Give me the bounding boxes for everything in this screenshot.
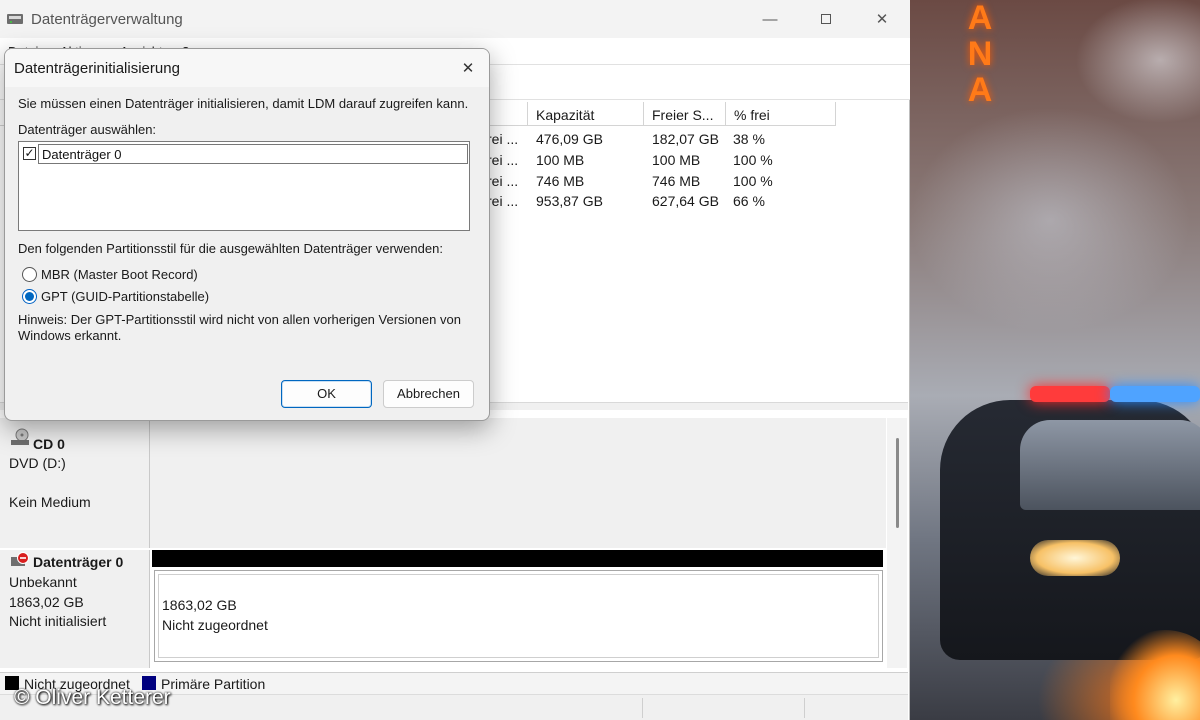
list-item[interactable]: ✓ Datenträger 0 xyxy=(21,144,468,164)
mbr-label[interactable]: MBR (Master Boot Record) xyxy=(41,267,198,282)
partition-label: Nicht zugeordnet xyxy=(162,617,268,633)
ok-button[interactable]: OK xyxy=(281,380,372,408)
close-button[interactable]: ✕ xyxy=(854,0,910,38)
cd-media-status: Kein Medium xyxy=(9,494,91,510)
cd-volume-area[interactable] xyxy=(150,418,886,548)
cd-drive-letter: DVD (D:) xyxy=(9,455,66,471)
neon-letter: N xyxy=(967,35,993,73)
maximize-icon xyxy=(821,14,831,24)
unallocated-partition[interactable]: 1863,02 GB Nicht zugeordnet xyxy=(154,570,883,662)
cell-status: rei ... xyxy=(487,131,519,147)
disk0-type: Unbekannt xyxy=(9,574,77,590)
neon-letter: A xyxy=(967,71,993,109)
cd-drive-label[interactable]: CD 0 DVD (D:) Kein Medium xyxy=(0,418,150,548)
cell-free: 746 MB xyxy=(652,173,701,189)
dialog-intro-text: Sie müssen einen Datenträger initialisie… xyxy=(18,96,469,111)
column-header-percent[interactable]: % frei xyxy=(726,102,836,126)
gpt-label[interactable]: GPT (GUID-Partitionstabelle) xyxy=(41,289,209,304)
cd-name: CD 0 xyxy=(33,436,65,452)
disk0-size: 1863,02 GB xyxy=(9,594,84,610)
legend-primary: Primäre Partition xyxy=(161,676,266,692)
cell-status: rei ... xyxy=(487,193,519,209)
minimize-button[interactable]: — xyxy=(742,0,798,38)
siren-light-blue xyxy=(1110,386,1200,402)
minimize-icon: — xyxy=(762,10,778,28)
dialog-titlebar[interactable]: Datenträgerinitialisierung ✕ xyxy=(5,49,489,87)
disk-error-icon xyxy=(11,552,29,566)
maximize-button[interactable] xyxy=(798,0,854,38)
car-headlight xyxy=(1030,540,1120,576)
cell-free: 100 MB xyxy=(652,152,701,168)
dialog-title: Datenträgerinitialisierung xyxy=(14,60,180,77)
disk-initialization-dialog: Datenträgerinitialisierung ✕ Sie müssen … xyxy=(4,48,490,421)
car-windshield xyxy=(1020,420,1200,510)
partition-size: 1863,02 GB xyxy=(162,597,237,613)
partition-frame xyxy=(158,574,879,658)
cell-percent-free: 66 % xyxy=(733,193,765,209)
gpt-note-line1: Hinweis: Der GPT-Partitionsstil wird nic… xyxy=(18,312,461,327)
status-separator xyxy=(804,698,805,718)
vertical-scrollbar[interactable] xyxy=(887,418,907,668)
select-disk-label: Datenträger auswählen: xyxy=(18,122,157,137)
cell-status: rei ... xyxy=(487,152,519,168)
disk-selection-list[interactable]: ✓ Datenträger 0 xyxy=(18,141,470,231)
disk-graphical-view: CD 0 DVD (D:) Kein Medium Datenträger 0 … xyxy=(0,410,908,672)
gpt-note-line2: Windows erkannt. xyxy=(18,328,122,343)
neon-letter: A xyxy=(967,0,993,37)
cell-percent-free: 100 % xyxy=(733,173,773,189)
disk0-list-label: Datenträger 0 xyxy=(38,144,468,164)
disk0-checkbox[interactable]: ✓ xyxy=(23,147,36,160)
cell-percent-free: 100 % xyxy=(733,152,773,168)
disk0-state: Nicht initialisiert xyxy=(9,613,107,629)
gpt-radio[interactable] xyxy=(22,289,37,304)
close-icon: ✕ xyxy=(875,11,889,28)
cell-capacity: 100 MB xyxy=(536,152,585,168)
watermark: © Oliver Ketterer xyxy=(14,686,171,709)
disk0-name: Datenträger 0 xyxy=(33,554,124,570)
siren-light-red xyxy=(1030,386,1110,402)
disk-management-icon xyxy=(7,14,23,24)
cell-capacity: 476,09 GB xyxy=(536,131,603,147)
dialog-close-button[interactable]: ✕ xyxy=(455,55,481,81)
cell-free: 627,64 GB xyxy=(652,193,719,209)
cell-status: rei ... xyxy=(487,173,519,189)
scrollbar-thumb[interactable] xyxy=(896,438,899,528)
column-header-capacity[interactable]: Kapazität xyxy=(528,102,644,126)
window-titlebar[interactable]: Datenträgerverwaltung — ✕ xyxy=(0,0,910,38)
cell-capacity: 746 MB xyxy=(536,173,585,189)
status-separator xyxy=(642,698,643,718)
close-icon: ✕ xyxy=(461,60,475,77)
partition-style-label: Den folgenden Partitionsstil für die aus… xyxy=(18,241,443,256)
cancel-button[interactable]: Abbrechen xyxy=(383,380,474,408)
cell-percent-free: 38 % xyxy=(733,131,765,147)
cd-drive-icon xyxy=(11,428,29,445)
cell-capacity: 953,87 GB xyxy=(536,193,603,209)
disk0-label[interactable]: Datenträger 0 Unbekannt 1863,02 GB Nicht… xyxy=(0,550,150,668)
mbr-radio[interactable] xyxy=(22,267,37,282)
unallocated-bar xyxy=(152,550,883,567)
column-header-free[interactable]: Freier S... xyxy=(644,102,726,126)
cell-free: 182,07 GB xyxy=(652,131,719,147)
window-title: Datenträgerverwaltung xyxy=(31,11,183,28)
neon-sign: A N A xyxy=(958,0,1002,112)
